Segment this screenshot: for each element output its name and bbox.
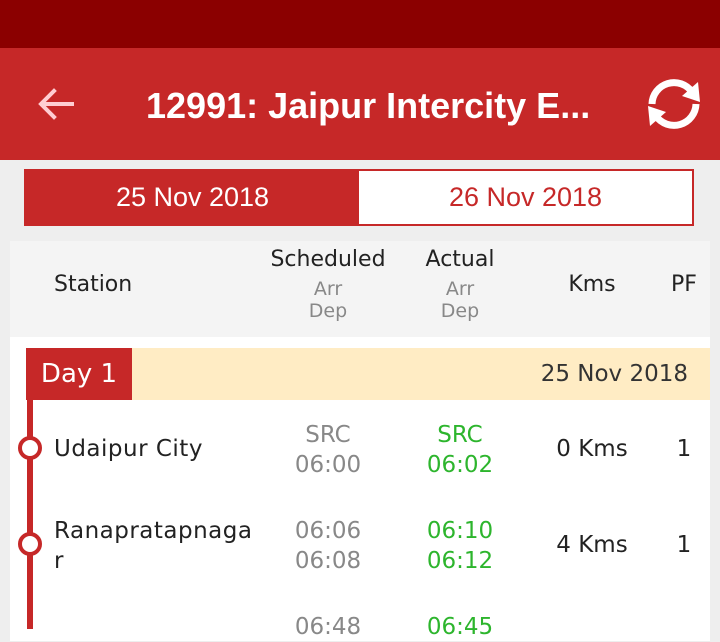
distance: 0 Kms bbox=[556, 436, 628, 462]
status-bar bbox=[0, 0, 720, 48]
date-tabs: 25 Nov 2018 26 Nov 2018 bbox=[24, 169, 694, 226]
scheduled-departure: 06:08 bbox=[294, 548, 362, 574]
day-badge: Day 1 bbox=[26, 348, 132, 400]
header-scheduled: Scheduled Arr Dep bbox=[258, 247, 398, 322]
header-actual-dep: Dep bbox=[440, 300, 480, 322]
distance: 4 Kms bbox=[556, 532, 628, 558]
platform: 1 bbox=[676, 436, 692, 462]
header-kms: Kms bbox=[568, 272, 616, 297]
scheduled-arrival: 06:06 bbox=[294, 518, 362, 544]
actual-arrival: SRC bbox=[437, 422, 483, 448]
back-arrow-icon[interactable] bbox=[36, 82, 76, 126]
tab-date-2[interactable]: 26 Nov 2018 bbox=[359, 171, 692, 224]
actual-departure: 06:12 bbox=[426, 548, 494, 574]
scheduled-times: 06:06 06:08 bbox=[268, 516, 388, 576]
header-scheduled-label: Scheduled bbox=[270, 247, 386, 272]
station-name[interactable]: Udaipur City bbox=[54, 436, 203, 462]
actual-times: 06:45 bbox=[400, 612, 520, 642]
header-actual: Actual Arr Dep bbox=[390, 247, 530, 322]
header-scheduled-dep: Dep bbox=[308, 300, 348, 322]
actual-departure: 06:02 bbox=[426, 452, 494, 478]
day-date: 25 Nov 2018 bbox=[540, 361, 688, 387]
header-actual-arr: Arr bbox=[445, 278, 475, 300]
scheduled-arrival: SRC bbox=[305, 422, 351, 448]
scheduled-times: 06:48 bbox=[268, 612, 388, 642]
actual-times: 06:10 06:12 bbox=[400, 516, 520, 576]
header-pf: PF bbox=[671, 272, 697, 297]
refresh-icon[interactable] bbox=[640, 74, 708, 134]
station-marker bbox=[18, 436, 42, 460]
actual-arrival: 06:45 bbox=[426, 614, 494, 640]
actual-times: SRC 06:02 bbox=[400, 420, 520, 480]
route-line bbox=[27, 400, 33, 629]
header-scheduled-arr: Arr bbox=[313, 278, 343, 300]
page-title: 12991: Jaipur Intercity E... bbox=[146, 85, 591, 126]
tab-date-1[interactable]: 25 Nov 2018 bbox=[26, 171, 359, 224]
platform: 1 bbox=[676, 532, 692, 558]
actual-arrival: 06:10 bbox=[426, 518, 494, 544]
scheduled-departure: 06:00 bbox=[294, 452, 362, 478]
station-marker bbox=[18, 532, 42, 556]
station-name[interactable]: Ranapratapnaga r bbox=[54, 516, 254, 576]
scheduled-arrival: 06:48 bbox=[294, 614, 362, 640]
scheduled-times: SRC 06:00 bbox=[268, 420, 388, 480]
header-station: Station bbox=[54, 272, 133, 297]
header-actual-label: Actual bbox=[425, 247, 495, 272]
